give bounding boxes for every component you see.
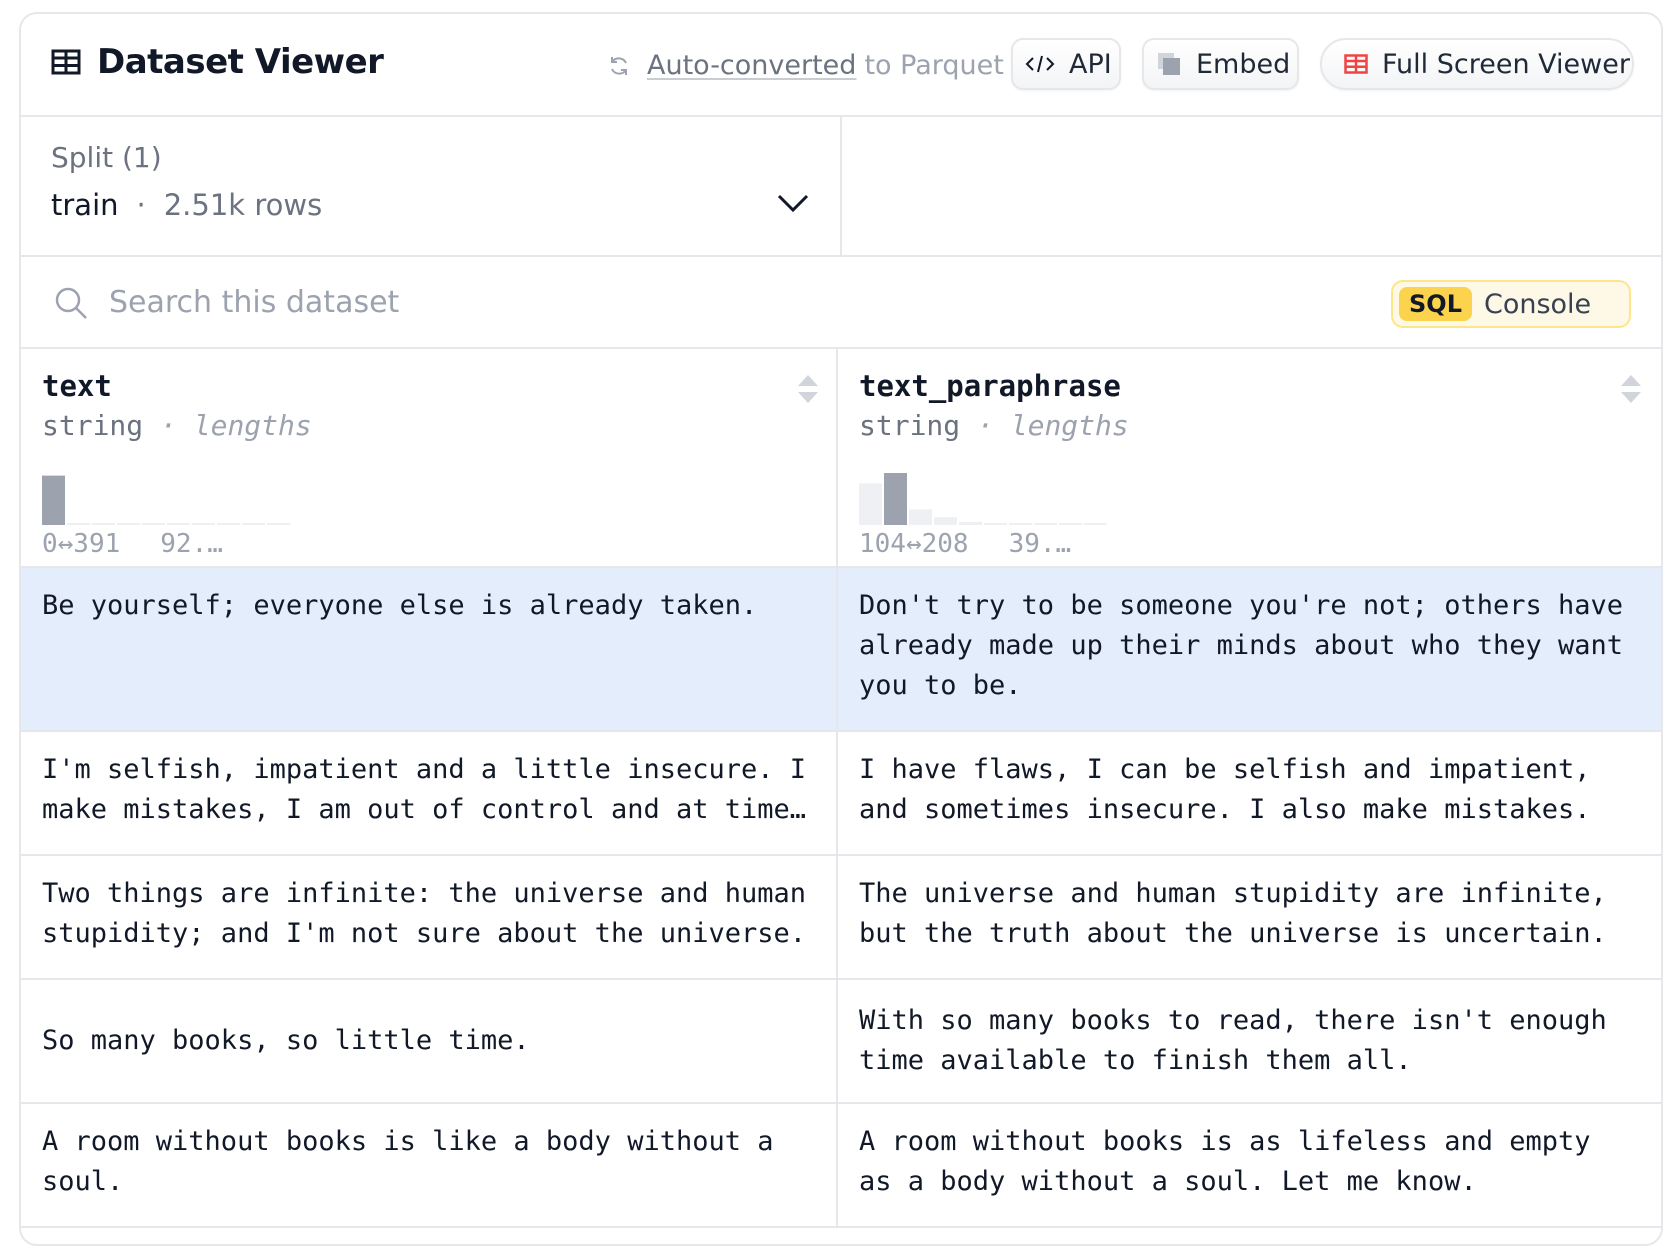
split-row-count: 2.51k rows: [163, 188, 323, 222]
histogram-range: 104↔208 39.…: [859, 529, 1071, 559]
page-title: Dataset Viewer: [97, 42, 384, 82]
search-bar: SQL Console: [21, 257, 1661, 349]
table-header: text string · lengths 0↔391 92.… text_par…: [21, 349, 1661, 568]
histogram-bar[interactable]: [92, 523, 115, 525]
range-start: 0↔391: [42, 529, 121, 559]
histogram-bar[interactable]: [42, 475, 65, 525]
histogram-bar[interactable]: [884, 473, 907, 525]
cell-text: Don't try to be someone you're not; othe…: [859, 590, 1624, 701]
histogram-bar[interactable]: [242, 523, 265, 525]
histogram-bar[interactable]: [267, 523, 290, 525]
dataset-viewer: Dataset Viewer Auto-converted to Parquet…: [19, 12, 1663, 1246]
auto-converted-suffix: to Parquet: [864, 50, 1004, 81]
cell-text: A room without books is as lifeless and …: [859, 1126, 1591, 1197]
cell-text: With so many books to read, there isn't …: [859, 1005, 1607, 1076]
table-cell[interactable]: A room without books is like a body with…: [21, 1104, 838, 1226]
histogram-bar[interactable]: [167, 523, 190, 525]
histogram-range: 0↔391 92.…: [42, 529, 223, 559]
histogram-bar[interactable]: [959, 521, 982, 525]
split-separator: ·: [136, 188, 146, 222]
column-header-text-paraphrase[interactable]: text_paraphrase string · lengths 104↔208…: [838, 349, 1659, 566]
column-type: string · lengths: [859, 409, 1129, 442]
split-selector[interactable]: Split (1) train · 2.51k rows: [21, 115, 842, 255]
table-row[interactable]: So many books, so little time. With so m…: [21, 980, 1661, 1104]
table-cell[interactable]: Don't try to be someone you're not; othe…: [838, 568, 1659, 730]
sql-console-label: Console: [1483, 288, 1592, 320]
table-row[interactable]: I'm selfish, impatient and a little inse…: [21, 732, 1661, 856]
cell-text: So many books, so little time.: [42, 1025, 530, 1056]
viewer-title: Dataset Viewer: [51, 42, 384, 82]
split-label: Split (1): [51, 141, 162, 174]
range-end: 39.…: [1008, 529, 1072, 559]
table-cell[interactable]: With so many books to read, there isn't …: [838, 980, 1659, 1102]
histogram-bar[interactable]: [67, 523, 90, 525]
sort-icon[interactable]: [796, 373, 820, 405]
table-cell[interactable]: Be yourself; everyone else is already ta…: [21, 568, 838, 730]
column-dtype: string: [42, 409, 144, 442]
auto-converted-link[interactable]: Auto-converted: [647, 50, 856, 81]
table-cell[interactable]: The universe and human stupidity are inf…: [838, 856, 1659, 978]
table-cell[interactable]: I'm selfish, impatient and a little inse…: [21, 732, 838, 854]
full-screen-label: Full Screen Viewer: [1382, 48, 1630, 80]
histogram-bar[interactable]: [1084, 523, 1107, 525]
full-screen-viewer-button[interactable]: Full Screen Viewer: [1320, 38, 1634, 90]
code-icon: [1025, 55, 1055, 73]
cell-text: Two things are infinite: the universe an…: [42, 878, 807, 949]
histogram-bar[interactable]: [142, 523, 165, 525]
table-cell[interactable]: Two things are infinite: the universe an…: [21, 856, 838, 978]
histogram-bar[interactable]: [984, 522, 1007, 525]
histogram-bar[interactable]: [934, 517, 957, 525]
range-start: 104↔208: [859, 529, 969, 559]
cell-text: I'm selfish, impatient and a little inse…: [42, 754, 807, 825]
histogram-bar[interactable]: [192, 523, 215, 525]
column-dtype: string: [859, 409, 961, 442]
search-input[interactable]: [109, 277, 1209, 327]
api-label: API: [1069, 48, 1112, 80]
viewer-header: Dataset Viewer Auto-converted to Parquet…: [21, 14, 1661, 117]
range-end: 92.…: [160, 529, 223, 559]
cell-text: The universe and human stupidity are inf…: [859, 878, 1607, 949]
histogram-bar[interactable]: [117, 523, 140, 525]
table-grid-icon: [51, 49, 81, 75]
sort-icon[interactable]: [1619, 373, 1643, 405]
column-name: text: [42, 369, 112, 403]
split-value: train · 2.51k rows: [51, 188, 322, 222]
table-cell[interactable]: A room without books is as lifeless and …: [838, 1104, 1659, 1226]
cell-text: A room without books is like a body with…: [42, 1126, 774, 1197]
sql-tag: SQL: [1399, 287, 1472, 321]
split-bar: Split (1) train · 2.51k rows: [21, 115, 1661, 257]
search-icon: [55, 287, 87, 319]
column-stat: · lengths: [160, 409, 312, 442]
column-stat: · lengths: [977, 409, 1129, 442]
split-name: train: [51, 188, 119, 222]
embed-button[interactable]: Embed: [1142, 38, 1299, 90]
table-grid-icon: [1344, 54, 1368, 74]
column-name: text_paraphrase: [859, 369, 1121, 403]
sync-icon: [611, 56, 627, 75]
copy-icon: [1158, 53, 1180, 75]
table-row[interactable]: A room without books is like a body with…: [21, 1104, 1661, 1228]
length-histogram[interactable]: [42, 469, 322, 529]
api-button[interactable]: API: [1011, 38, 1121, 90]
table-row[interactable]: Two things are infinite: the universe an…: [21, 856, 1661, 980]
parquet-status: Auto-converted to Parquet: [607, 50, 1004, 81]
column-header-text[interactable]: text string · lengths 0↔391 92.…: [21, 349, 838, 566]
table-cell[interactable]: So many books, so little time.: [21, 980, 838, 1102]
table-row[interactable]: Be yourself; everyone else is already ta…: [21, 568, 1661, 732]
sql-console-button[interactable]: SQL Console: [1391, 280, 1631, 328]
length-histogram[interactable]: [859, 469, 1139, 529]
histogram-bar[interactable]: [217, 523, 240, 525]
cell-text: I have flaws, I can be selfish and impat…: [859, 754, 1591, 825]
embed-label: Embed: [1196, 48, 1291, 80]
histogram-bar[interactable]: [1009, 523, 1032, 525]
histogram-bar[interactable]: [909, 509, 932, 525]
table-cell[interactable]: I have flaws, I can be selfish and impat…: [838, 732, 1659, 854]
cell-text: Be yourself; everyone else is already ta…: [42, 590, 758, 621]
column-type: string · lengths: [42, 409, 312, 442]
histogram-bar[interactable]: [859, 483, 882, 525]
histogram-bar[interactable]: [1059, 523, 1082, 525]
data-table: text string · lengths 0↔391 92.… text_par…: [21, 349, 1661, 1228]
chevron-down-icon[interactable]: [776, 193, 810, 213]
histogram-bar[interactable]: [1034, 523, 1057, 525]
